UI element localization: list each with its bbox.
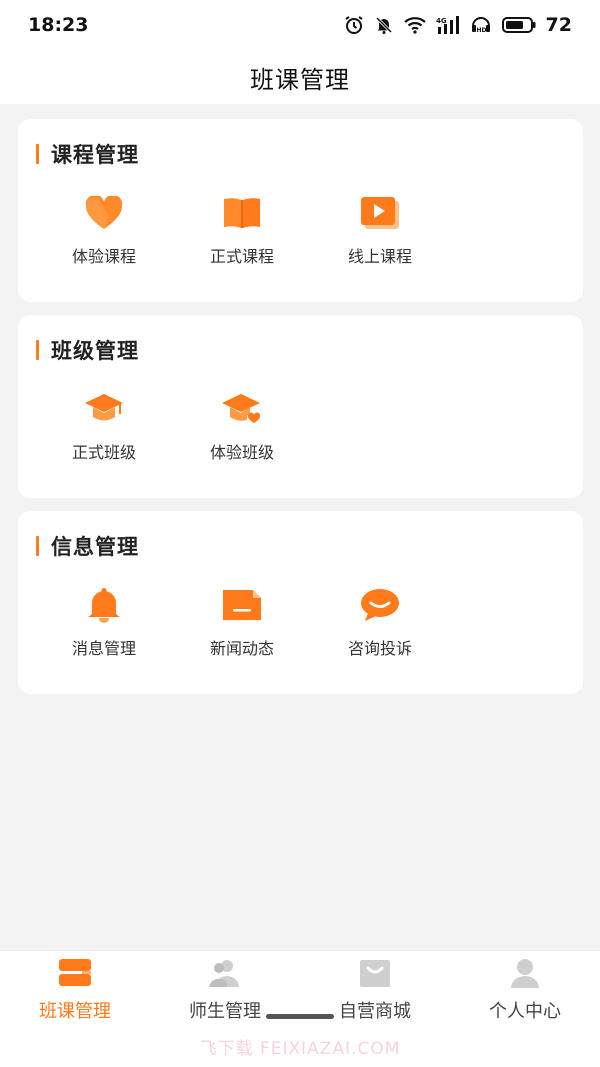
menu-item-label: 咨询投诉 bbox=[347, 639, 412, 658]
menu-item-message-management[interactable]: 消息管理 bbox=[34, 585, 174, 659]
graduation-cap-icon bbox=[84, 389, 124, 429]
menu-item-news[interactable]: 新闻动态 bbox=[172, 585, 312, 659]
section-accent-bar bbox=[36, 144, 39, 164]
tab-label: 自营商城 bbox=[339, 1001, 411, 1022]
graduation-cap-heart-icon bbox=[222, 389, 262, 429]
signal-4g-icon: 4G bbox=[436, 16, 460, 34]
menu-item-label: 线上课程 bbox=[347, 247, 412, 266]
section-accent-bar bbox=[36, 536, 39, 556]
menu-item-consult-complaint[interactable]: 咨询投诉 bbox=[310, 585, 450, 659]
tab-label: 班课管理 bbox=[39, 1001, 111, 1022]
hd-icon: HD bbox=[470, 16, 492, 34]
bell-icon bbox=[84, 585, 124, 625]
status-bar: 18:23 4G HD 72 bbox=[0, 0, 600, 50]
menu-item-label: 体验班级 bbox=[209, 443, 274, 462]
tab-label: 师生管理 bbox=[189, 1001, 261, 1022]
menu-item-online-course[interactable]: 线上课程 bbox=[310, 193, 450, 267]
menu-item-formal-class[interactable]: 正式班级 bbox=[34, 389, 174, 463]
section-items: 正式班级 体验班级 bbox=[36, 389, 583, 463]
section-header: 班级管理 bbox=[36, 337, 583, 363]
news-icon bbox=[222, 585, 262, 625]
person-icon bbox=[507, 957, 543, 989]
tab-class-management[interactable]: 班课管理 bbox=[0, 951, 150, 1031]
section-header: 信息管理 bbox=[36, 533, 583, 559]
battery-icon bbox=[501, 17, 536, 33]
section-items: 消息管理 新闻动态 咨询投诉 bbox=[36, 585, 583, 659]
tab-list: 班课管理 师生管理 自营商城 个人中心 bbox=[0, 951, 600, 1031]
alarm-icon bbox=[344, 15, 364, 35]
tab-label: 个人中心 bbox=[489, 1001, 561, 1022]
section-title: 课程管理 bbox=[51, 143, 139, 167]
mute-icon bbox=[374, 15, 394, 35]
people-icon bbox=[207, 957, 243, 989]
section-accent-bar bbox=[36, 340, 39, 360]
svg-text:4G: 4G bbox=[436, 17, 447, 25]
tab-teacher-student-management[interactable]: 师生管理 bbox=[150, 951, 300, 1031]
classes-icon bbox=[57, 957, 93, 989]
section-title: 信息管理 bbox=[51, 535, 139, 559]
video-play-icon bbox=[360, 193, 400, 233]
menu-item-label: 体验课程 bbox=[71, 247, 136, 266]
tab-personal-center[interactable]: 个人中心 bbox=[450, 951, 600, 1031]
main-content: 课程管理 体验课程 正式课程 线上课程 班级管理 正式班级 体验班级 信息管理 … bbox=[18, 119, 583, 707]
watermark: 飞下载 FEIXIAZAI.COM bbox=[199, 1039, 401, 1059]
section-info-management: 信息管理 消息管理 新闻动态 咨询投诉 bbox=[18, 511, 583, 694]
tab-self-operated-mall[interactable]: 自营商城 bbox=[300, 951, 450, 1031]
wifi-icon bbox=[403, 16, 426, 34]
battery-level: 72 bbox=[545, 14, 572, 36]
section-items: 体验课程 正式课程 线上课程 bbox=[36, 193, 583, 267]
page-header: 班课管理 bbox=[0, 50, 600, 104]
status-icons: 4G HD 72 bbox=[344, 14, 572, 36]
menu-item-label: 消息管理 bbox=[71, 639, 136, 658]
menu-item-label: 正式课程 bbox=[209, 247, 274, 266]
section-header: 课程管理 bbox=[36, 141, 583, 167]
chat-bubble-icon bbox=[360, 585, 400, 625]
menu-item-trial-class[interactable]: 体验班级 bbox=[172, 389, 312, 463]
home-indicator[interactable] bbox=[266, 1014, 334, 1019]
page-title: 班课管理 bbox=[250, 65, 350, 94]
menu-item-formal-course[interactable]: 正式课程 bbox=[172, 193, 312, 267]
menu-item-label: 新闻动态 bbox=[209, 639, 274, 658]
status-time: 18:23 bbox=[28, 14, 89, 36]
svg-text:HD: HD bbox=[476, 27, 486, 34]
menu-item-trial-course[interactable]: 体验课程 bbox=[34, 193, 174, 267]
heart-icon bbox=[84, 193, 124, 233]
menu-item-label: 正式班级 bbox=[71, 443, 136, 462]
section-course-management: 课程管理 体验课程 正式课程 线上课程 bbox=[18, 119, 583, 302]
section-class-management: 班级管理 正式班级 体验班级 bbox=[18, 315, 583, 498]
section-title: 班级管理 bbox=[51, 339, 139, 363]
book-icon bbox=[222, 193, 262, 233]
shopping-bag-icon bbox=[357, 957, 393, 989]
